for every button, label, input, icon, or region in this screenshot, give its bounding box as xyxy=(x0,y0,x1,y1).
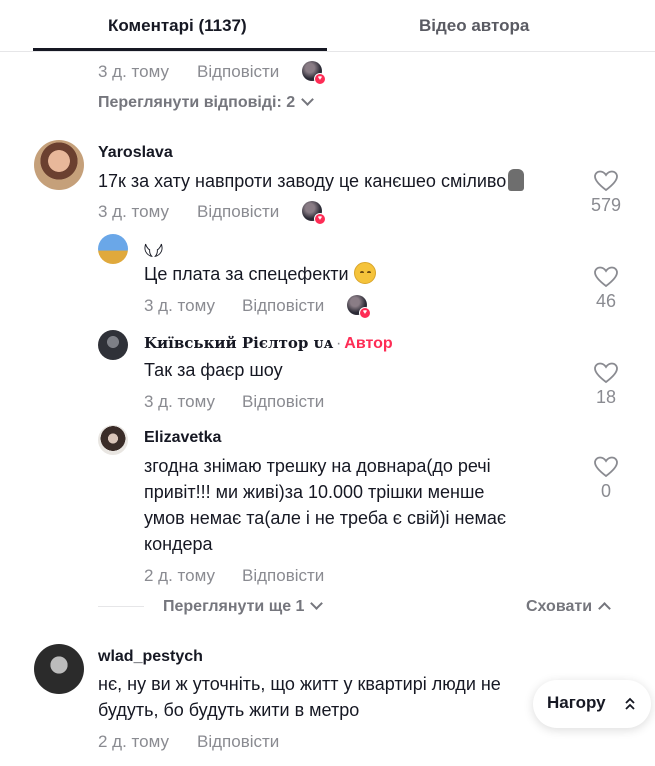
view-replies-button[interactable]: Переглянути відповіді: 2 xyxy=(98,93,315,112)
avatar[interactable] xyxy=(98,330,128,360)
divider xyxy=(98,606,144,607)
like-count: 579 xyxy=(590,195,622,215)
heart-icon xyxy=(594,456,618,478)
hide-replies-button[interactable]: Сховати xyxy=(526,598,611,616)
like-button[interactable]: 46 xyxy=(576,266,636,312)
comment-time: 3 д. тому xyxy=(144,392,215,411)
reply-button[interactable]: Відповісти xyxy=(197,732,279,752)
view-more-replies-button[interactable]: Переглянути ще 1 xyxy=(163,597,324,616)
creator-liked-icon: ♥ xyxy=(347,295,371,319)
reply-button[interactable]: Відповісти xyxy=(197,62,279,82)
comment-text: нє, ну ви ж уточніть, що житт у квартирі… xyxy=(98,674,501,720)
double-chevron-up-icon xyxy=(625,697,635,710)
comment-time: 2 д. тому xyxy=(98,732,169,751)
reply-button[interactable]: Відповісти xyxy=(242,296,324,316)
chevron-up-icon xyxy=(598,602,611,615)
tab-comments[interactable]: Коментарі (1137) xyxy=(108,16,247,36)
active-tab-indicator xyxy=(33,48,327,51)
avatar[interactable] xyxy=(98,425,128,455)
like-count: 18 xyxy=(595,387,617,407)
comment-username[interactable]: wlad_pestych xyxy=(98,648,203,666)
comment-username[interactable]: Elizavetka xyxy=(144,429,221,447)
comment-time: 2 д. тому xyxy=(144,566,215,585)
like-button[interactable]: 18 xyxy=(576,362,636,408)
tab-author-videos[interactable]: Відео автора xyxy=(419,16,529,36)
creator-liked-icon: ♥ xyxy=(302,201,326,225)
comment-text: Так за фаєр шоу xyxy=(144,360,283,380)
scroll-to-top-label: Нагору xyxy=(547,693,606,712)
comment-text: Це плата за спецефекти xyxy=(144,261,376,287)
tab-bar: Коментарі (1137) Відео автора xyxy=(0,0,655,52)
view-replies-label: Переглянути відповіді: 2 xyxy=(98,94,296,111)
comment-time: 3 д. тому xyxy=(98,202,169,221)
chevron-down-icon xyxy=(310,597,324,610)
moai-emoji-icon xyxy=(508,169,525,191)
avatar[interactable] xyxy=(34,140,84,190)
heart-icon xyxy=(594,170,618,192)
avatar[interactable] xyxy=(34,644,84,694)
comment-text: згодна знімаю трешку на довнара(до речі … xyxy=(144,456,507,554)
comment-username-row: 𝐊иївський Рієлтор ᴜᴀ · Автор xyxy=(144,334,393,352)
reply-button[interactable]: Відповісти xyxy=(242,566,324,586)
avatar[interactable] xyxy=(98,234,128,264)
comment-username[interactable]: Yaroslava xyxy=(98,144,173,162)
scroll-to-top-button[interactable]: Нагору xyxy=(533,680,651,728)
view-more-label: Переглянути ще 1 xyxy=(163,598,305,615)
chevron-down-icon xyxy=(301,93,315,106)
like-count: 0 xyxy=(600,481,611,501)
creator-liked-icon: ♥ xyxy=(302,61,326,85)
like-count: 46 xyxy=(595,291,617,311)
comment-text: 17к за хату навпроти заводу це канєшео с… xyxy=(98,168,525,194)
hide-label: Сховати xyxy=(526,598,593,615)
comment-time: 3 д. тому xyxy=(144,296,215,315)
reply-button[interactable]: Відповісти xyxy=(197,202,279,222)
like-button[interactable]: 579 xyxy=(576,170,636,216)
like-button[interactable]: 0 xyxy=(576,456,636,502)
author-badge: Автор xyxy=(344,335,393,352)
reply-button[interactable]: Відповісти xyxy=(242,392,324,412)
heart-icon xyxy=(594,266,618,288)
heart-icon xyxy=(594,362,618,384)
comment-username[interactable]: 𝐊иївський Рієлтор ᴜᴀ xyxy=(144,334,333,352)
pensive-face-emoji-icon xyxy=(353,262,376,284)
comment-time: 3 д. тому xyxy=(98,62,169,81)
